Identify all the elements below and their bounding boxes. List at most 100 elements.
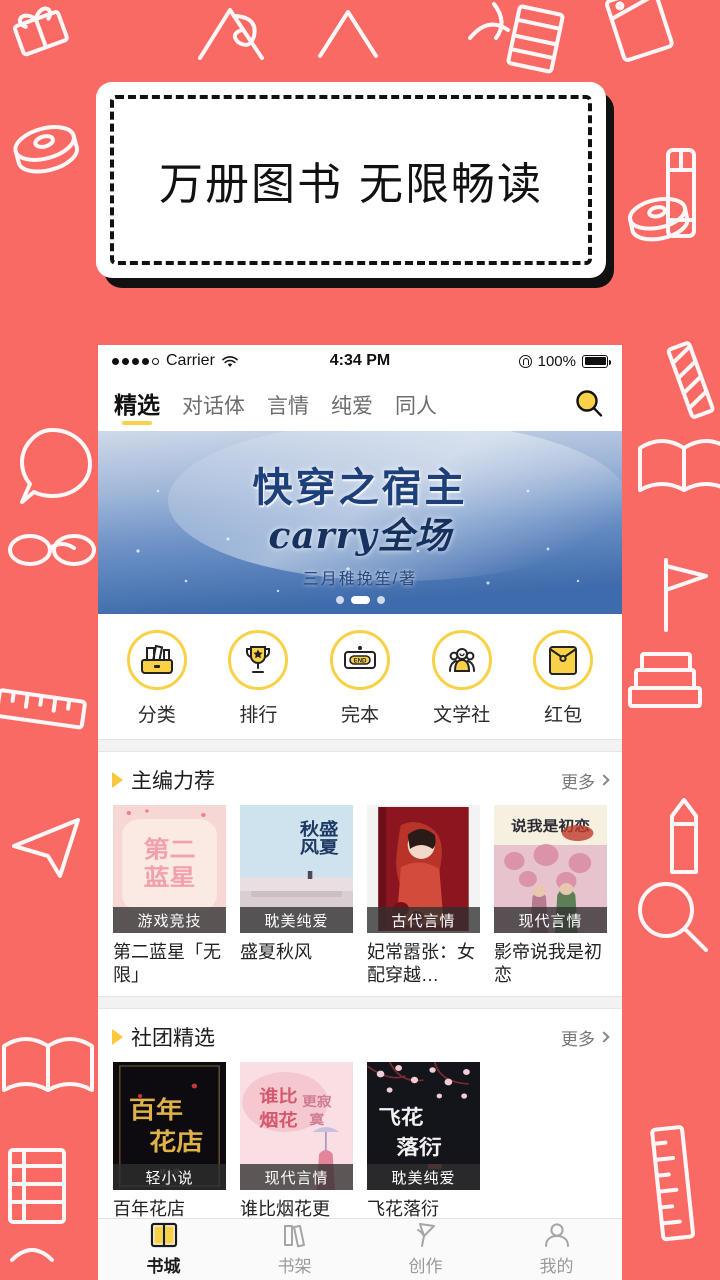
book-badge: 游戏竞技 [113, 907, 226, 933]
book-cover: 秋盛 风夏 耽美纯爱 [240, 805, 353, 933]
book-card[interactable]: 飞花 落衍 耽美纯爱 飞花落衍 [360, 1062, 487, 1221]
user-profile-icon [544, 1223, 569, 1247]
phone-screen: Carrier 4:34 PM 100% 精选 对话体 言情 纯爱 同人 快穿之… [98, 345, 622, 1280]
section-divider [98, 996, 622, 1009]
trophy-icon [228, 630, 289, 690]
book-list-shetuanjingxuan: 百年 花店 轻小说 轻小说 百年花店 谁比 烟花 [98, 1062, 622, 1231]
tabbar-label: 创作 [408, 1257, 443, 1276]
book-title: 盛夏秋风 [240, 942, 312, 962]
book-cover: 飞花 落衍 耽美纯爱 [367, 1062, 480, 1190]
book-badge: 现代言情 [240, 1164, 353, 1190]
tabbar-label: 书城 [146, 1257, 181, 1276]
quick-entry-paihang[interactable]: 排行 [208, 630, 310, 727]
quick-entry-fenlei[interactable]: 分类 [106, 630, 208, 727]
search-icon[interactable] [572, 387, 606, 421]
book-card[interactable]: 百年 花店 轻小说 轻小说 百年花店 [106, 1062, 233, 1221]
quick-entry-label: 完本 [340, 705, 379, 726]
book-cover: 说我是初恋 现代言情 [494, 805, 607, 933]
book-card[interactable]: 谁比 烟花 更寂 寞 现代言情 谁比烟花更 [233, 1062, 360, 1221]
book-list-zhubianlijian: 第二 蓝星 游戏竞技 第二蓝星「无限」 秋盛 风夏 耽美纯爱 盛夏秋风 古代言情… [98, 805, 622, 996]
tabbar-item-wode[interactable]: 我的 [491, 1219, 622, 1280]
svg-text:谁比: 谁比 [259, 1086, 297, 1107]
carousel-author: 三月稚挽笙/著 [302, 571, 418, 588]
svg-text:寞: 寞 [310, 1112, 325, 1128]
quick-entry-row: 分类 排行 END 完本 文学社 红包 [98, 614, 622, 739]
book-cover: 第二 蓝星 游戏竞技 [113, 805, 226, 933]
book-card[interactable]: 说我是初恋 现代言情 影帝说我是初恋 [487, 805, 614, 986]
book-title: 妃常嚣张：女配穿越… [367, 942, 475, 985]
svg-text:百年: 百年 [129, 1096, 183, 1125]
quick-entry-wanben[interactable]: END 完本 [309, 630, 411, 727]
category-tab-bar: 精选 对话体 言情 纯爱 同人 [98, 377, 622, 425]
tab-yanqing[interactable]: 言情 [267, 396, 309, 425]
promo-banner: 万册图书 无限畅读 [96, 82, 618, 290]
section-more-label: 更多 [561, 1029, 595, 1049]
status-bar-time: 4:34 PM [329, 352, 391, 369]
bookshelf-icon [283, 1225, 305, 1248]
section-marker-icon [112, 1029, 123, 1045]
book-card[interactable]: 第二 蓝星 游戏竞技 第二蓝星「无限」 [106, 805, 233, 986]
bottom-tab-bar: 书城 书架 创作 我的 [98, 1218, 622, 1280]
book-card-empty [487, 1062, 614, 1221]
svg-text:秋盛: 秋盛 [300, 819, 338, 840]
book-title: 第二蓝星「无限」 [113, 942, 221, 985]
tabbar-item-shujia[interactable]: 书架 [229, 1219, 360, 1280]
promo-banner-text: 万册图书 无限畅读 [159, 159, 543, 210]
book-store-icon [150, 1222, 177, 1248]
svg-text:落衍: 落衍 [396, 1135, 441, 1159]
pen-create-icon [416, 1223, 435, 1247]
svg-text:花店: 花店 [149, 1128, 203, 1156]
section-title: 社团精选 [131, 1027, 215, 1050]
tabbar-label: 书架 [277, 1257, 312, 1276]
promo-banner-card: 万册图书 无限畅读 [96, 82, 606, 278]
quick-entry-label: 红包 [544, 705, 583, 726]
book-badge: 古代言情 [367, 907, 480, 933]
status-bar: Carrier 4:34 PM 100% [98, 345, 622, 377]
section-more-button[interactable]: 更多 [561, 1025, 610, 1050]
carousel-dot-active[interactable] [350, 596, 370, 604]
rotation-lock-icon [518, 354, 532, 368]
book-cover: 谁比 烟花 更寂 寞 现代言情 [240, 1062, 353, 1190]
carousel-dots[interactable] [98, 596, 622, 604]
section-more-label: 更多 [561, 772, 595, 792]
tab-chunai[interactable]: 纯爱 [331, 396, 373, 425]
carousel-title-sub: carry全场 [268, 515, 452, 557]
book-card[interactable]: 秋盛 风夏 耽美纯爱 盛夏秋风 [233, 805, 360, 986]
section-marker-icon [112, 772, 123, 788]
carousel-title-main: 快穿之宿主 [252, 465, 468, 511]
tab-tongren[interactable]: 同人 [395, 396, 437, 425]
book-cover: 古代言情 [367, 805, 480, 933]
featured-carousel[interactable]: 快穿之宿主 carry全场 三月稚挽笙/著 [98, 431, 622, 614]
book-title: 影帝说我是初恋 [494, 942, 602, 985]
carousel-dot[interactable] [376, 596, 385, 604]
tabbar-item-shucheng[interactable]: 书城 [98, 1219, 229, 1280]
svg-text:END: END [353, 658, 367, 665]
book-badge: 耽美纯爱 [240, 907, 353, 933]
quick-entry-hongbao[interactable]: 红包 [512, 630, 614, 727]
category-icon [126, 630, 187, 690]
red-envelope-icon [533, 630, 594, 690]
carousel-title-block: 快穿之宿主 carry全场 三月稚挽笙/著 [98, 455, 622, 589]
svg-text:第二: 第二 [144, 835, 196, 862]
end-sign-icon: END [329, 630, 390, 690]
tabbar-label: 我的 [539, 1257, 574, 1276]
section-more-button[interactable]: 更多 [561, 768, 610, 793]
tab-duihuati[interactable]: 对话体 [182, 396, 245, 425]
tabbar-item-chuangzuo[interactable]: 创作 [360, 1219, 491, 1280]
carousel-dot[interactable] [335, 596, 344, 604]
chevron-right-icon [598, 1031, 610, 1043]
book-cover: 百年 花店 轻小说 轻小说 [113, 1062, 226, 1190]
people-group-icon [431, 630, 492, 690]
section-header-shetuanjingxuan: 社团精选 更多 [98, 1009, 622, 1062]
battery-full-icon [582, 354, 611, 368]
svg-text:风夏: 风夏 [300, 838, 339, 858]
book-card[interactable]: 古代言情 妃常嚣张：女配穿越… [360, 805, 487, 986]
book-badge: 现代言情 [494, 907, 607, 933]
book-badge: 耽美纯爱 [367, 1164, 480, 1190]
section-header-zhubianliJian: 主编力荐 更多 [98, 752, 622, 805]
section-divider [98, 739, 622, 752]
book-badge: 轻小说 [113, 1164, 226, 1190]
quick-entry-wenxueshe[interactable]: 文学社 [411, 630, 513, 727]
tab-jingxuan[interactable]: 精选 [114, 394, 160, 425]
svg-text:飞花: 飞花 [378, 1105, 423, 1129]
